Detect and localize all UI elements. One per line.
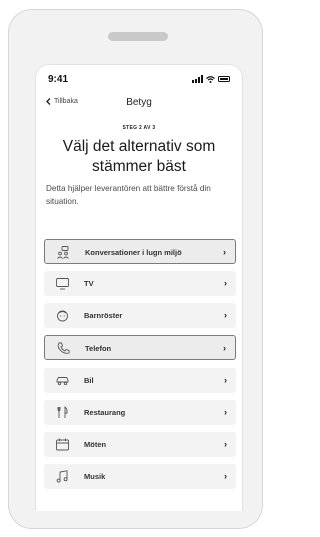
child-face-icon: [57, 310, 68, 322]
option-children-voices[interactable]: Barnröster ›: [44, 303, 236, 328]
option-label: TV: [84, 279, 94, 288]
signal-icon: [192, 75, 203, 83]
phone-icon: [57, 342, 70, 354]
chevron-right-icon: ›: [223, 247, 226, 257]
option-label: Musik: [84, 472, 106, 481]
chevron-right-icon: ›: [224, 310, 227, 320]
app-screen: 9:41 Tillbaka Betyg STEG 2 AV 3 Välj det…: [35, 64, 243, 511]
option-music[interactable]: Musik ›: [44, 464, 236, 489]
status-time: 9:41: [48, 74, 69, 85]
option-phone[interactable]: Telefon ›: [44, 335, 236, 360]
option-label: Bil: [84, 376, 94, 385]
wifi-icon: [206, 75, 215, 83]
music-note-icon: [56, 470, 68, 483]
option-tv[interactable]: TV ›: [44, 271, 236, 296]
monitor-icon: [56, 278, 69, 290]
option-car[interactable]: Bil ›: [44, 368, 236, 393]
status-bar: 9:41: [36, 65, 242, 89]
option-meetings[interactable]: Möten ›: [44, 432, 236, 457]
chevron-right-icon: ›: [224, 439, 227, 449]
chevron-right-icon: ›: [223, 343, 226, 353]
phone-speaker: [108, 32, 168, 41]
chevron-right-icon: ›: [224, 471, 227, 481]
step-indicator: STEG 2 AV 3: [122, 125, 156, 131]
page-title: Betyg: [126, 97, 152, 108]
option-label: Telefon: [85, 344, 112, 353]
nav-bar: Tillbaka Betyg: [36, 95, 242, 113]
cutlery-icon: [57, 406, 68, 418]
people-icon: [57, 246, 69, 259]
option-restaurant[interactable]: Restaurang ›: [44, 400, 236, 425]
calendar-icon: [56, 438, 69, 451]
option-label: Konversationer i lugn miljö: [85, 248, 182, 257]
car-icon: [56, 377, 69, 386]
option-label: Möten: [84, 440, 107, 449]
option-label: Restaurang: [84, 408, 126, 417]
chevron-right-icon: ›: [224, 278, 227, 288]
status-icons: [192, 75, 230, 83]
chevron-right-icon: ›: [224, 375, 227, 385]
question-description: Detta hjälper leverantören att bättre fö…: [46, 184, 211, 206]
option-label: Barnröster: [84, 311, 123, 320]
option-quiet-conversations[interactable]: Konversationer i lugn miljö ›: [44, 239, 236, 264]
question-heading: Välj det alternativ som stämmer bäst: [62, 138, 216, 175]
battery-icon: [218, 76, 230, 82]
chevron-right-icon: ›: [224, 407, 227, 417]
